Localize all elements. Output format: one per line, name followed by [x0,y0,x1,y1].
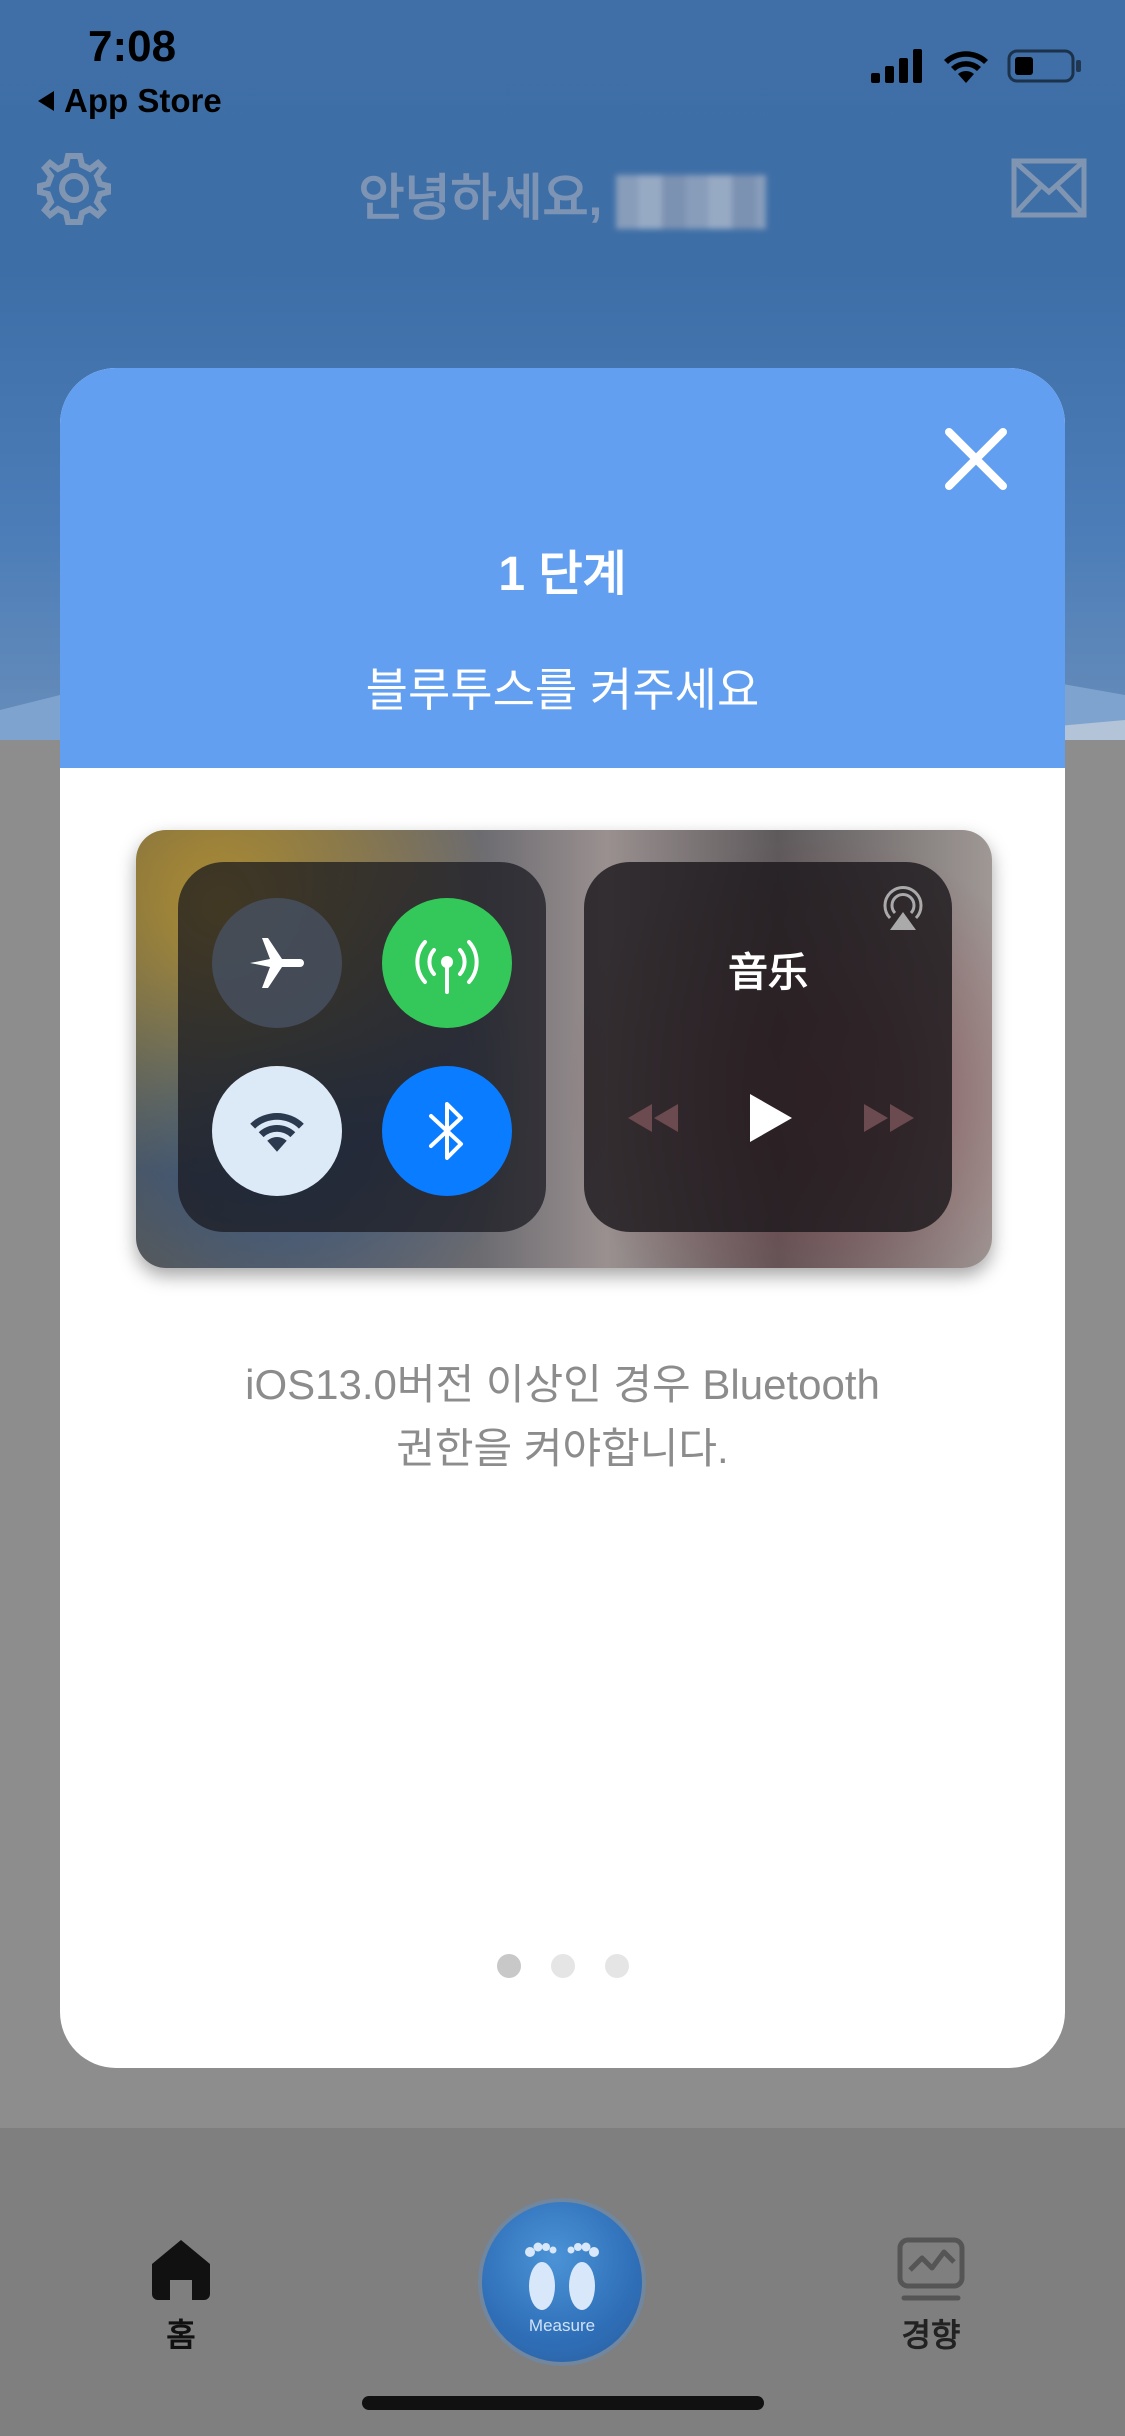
description-line-1: iOS13.0버전 이상인 경우 Bluetooth [245,1361,880,1408]
page-dot-3[interactable] [604,1954,629,1978]
modal-header: 1 단계 블루투스를 켜주세요 [60,368,1065,768]
greeting-text: 안녕하세요, [0,158,1125,230]
bluetooth-guide-modal: 1 단계 블루투스를 켜주세요 音乐 iOS13.0버전 이상인 경우 Blue… [60,368,1065,2068]
trend-chart-icon [897,2237,965,2301]
back-arrow-icon [38,91,54,111]
step-title: 1 단계 [498,548,627,601]
airplane-toggle [212,898,342,1028]
wifi-icon [250,1113,304,1152]
pagination-dots [60,1954,1065,1978]
bluetooth-description: iOS13.0버전 이상인 경우 Bluetooth 권한을 켜야합니다. [60,1353,1065,1481]
home-icon [152,2240,210,2300]
fast-forward-icon [864,1104,914,1132]
status-time: 7:08 [88,22,177,71]
airplane-icon [250,938,304,988]
blurred-username [616,174,767,229]
bluetooth-toggle [382,1066,512,1196]
airplay-icon [883,886,923,930]
back-to-app-store[interactable]: App Store [36,82,222,120]
cellular-signal-icon [871,49,922,83]
wifi-icon [944,51,988,83]
greeting-label: 안녕하세요, [358,170,603,226]
home-indicator [362,2396,764,2410]
page-dot-2[interactable] [550,1954,575,1978]
battery-icon [1007,49,1081,83]
cellular-data-icon [415,940,479,994]
back-app-label: App Store [64,82,222,119]
rewind-icon [628,1104,678,1132]
close-icon[interactable] [943,426,1009,492]
bluetooth-icon [429,1102,463,1160]
tab-home[interactable]: 홈 [148,2236,214,2356]
tab-trend-label: 경향 [901,2317,961,2353]
page-dot-1[interactable] [496,1954,521,1978]
tab-trend[interactable]: 경향 [896,2236,966,2356]
measure-label: Measure [528,2316,596,2335]
play-icon [750,1094,792,1142]
step-subtitle: 블루투스를 켜주세요 [365,664,760,716]
wifi-toggle [212,1066,342,1196]
tab-home-label: 홈 [166,2317,196,2353]
measure-button[interactable]: Measure [482,2202,642,2362]
footprints-icon [525,2242,599,2310]
control-center-illustration: 音乐 [136,830,992,1268]
mail-icon[interactable] [1011,158,1087,218]
music-panel: 音乐 [584,862,952,1232]
music-title: 音乐 [728,951,808,995]
description-line-2: 권한을 켜야합니다. [396,1425,729,1472]
connectivity-panel [178,862,546,1232]
cellular-data-toggle [382,898,512,1028]
status-icons [871,48,1083,84]
